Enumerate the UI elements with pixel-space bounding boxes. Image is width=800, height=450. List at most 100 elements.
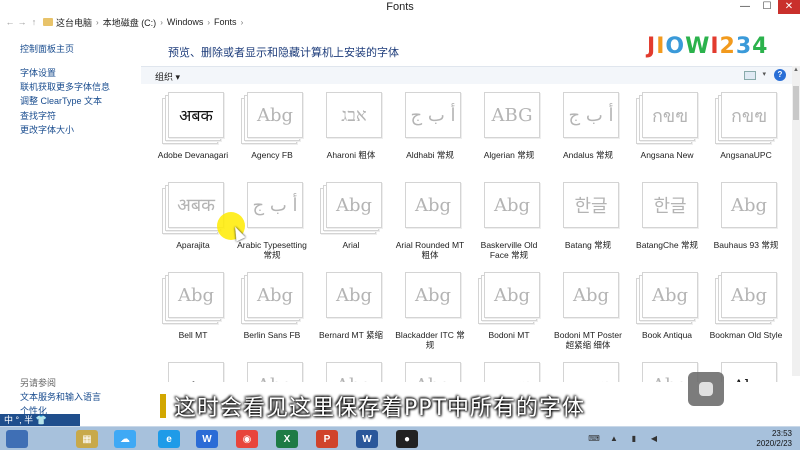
font-tile[interactable]: กขฃ [550, 362, 626, 382]
font-preview-card: Abg [478, 272, 540, 324]
view-dropdown[interactable]: ▾ [762, 70, 766, 78]
help-button[interactable]: ? [774, 69, 786, 81]
cleartype-link[interactable]: 调整 ClearType 文本 [20, 94, 102, 107]
breadcrumb-item[interactable]: 本地磁盘 (C:) [103, 16, 157, 29]
window-title: Fonts [386, 1, 414, 13]
font-tile[interactable]: אבג Aharoni 粗体 [313, 92, 389, 178]
view-icon[interactable] [744, 71, 756, 80]
text-services-link[interactable]: 文本服务和输入语言 [20, 390, 101, 403]
font-tile[interactable]: ∴· [155, 362, 231, 382]
font-tile[interactable]: Abg Bookman Old Style [708, 272, 784, 358]
keyboard-icon[interactable]: ⌨ [588, 434, 600, 444]
font-tile[interactable]: Abg Baskerville Old Face 常规 [471, 182, 547, 268]
font-tile[interactable]: अबक Adobe Devanagari [155, 92, 231, 178]
breadcrumb-item[interactable]: 这台电脑 [56, 16, 92, 29]
font-preview-card: Abg [399, 182, 461, 234]
minimize-button[interactable]: — [734, 0, 756, 14]
font-preview-card: Abg [320, 362, 382, 382]
font-tile[interactable]: Abg Blackadder ITC 常规 [392, 272, 468, 358]
font-tile[interactable]: กขฃ [471, 362, 547, 382]
font-tile[interactable]: Abg Bell MT [155, 272, 231, 358]
font-tile[interactable]: Abg Arial [313, 182, 389, 268]
font-tile[interactable]: أ ب ج Aldhabi 常规 [392, 92, 468, 178]
maximize-button[interactable]: ☐ [756, 0, 778, 14]
font-sample-text: Abg [493, 284, 531, 306]
font-name-label: Bodoni MT [488, 330, 530, 340]
font-sample-text: Abg [493, 194, 531, 216]
font-sample-text: Abg [256, 104, 294, 126]
ime-toolbar[interactable]: 中 °, 半 👕 [0, 414, 80, 426]
font-tile[interactable]: Abg Arial Rounded MT 粗体 [392, 182, 468, 268]
breadcrumb[interactable]: 这台电脑 › 本地磁盘 (C:) › Windows › Fonts › [56, 16, 247, 29]
clock-time: 23:53 [771, 429, 792, 438]
font-tile[interactable]: กขฃ AngsanaUPC [708, 92, 784, 178]
font-name-label: BatangChe 常规 [636, 240, 698, 250]
font-grid: अबक Adobe Devanagari Abg Agency FB אבג Aharon… [155, 92, 790, 382]
network-icon[interactable]: ▮ [628, 434, 640, 444]
font-tile[interactable]: Abg Bodoni MT Poster 超紧缩 细体 [550, 272, 626, 358]
font-tile[interactable]: Abg Bodoni MT [471, 272, 547, 358]
font-tile[interactable]: 한글 Batang 常规 [550, 182, 626, 268]
taskbar-app-icon[interactable]: ☁ [114, 430, 136, 448]
organize-button[interactable]: 组织 ▾ [155, 70, 180, 83]
font-tile[interactable]: Abg [234, 362, 310, 382]
volume-icon[interactable]: ◀ [648, 434, 660, 444]
font-tile[interactable]: 한글 BatangChe 常规 [629, 182, 705, 268]
control-panel-home-link[interactable]: 控制面板主页 [20, 42, 74, 55]
font-tile[interactable]: Abg Berlin Sans FB [234, 272, 310, 358]
taskbar-app-icon[interactable]: W [196, 430, 218, 448]
font-preview-card: أ ب ج [399, 92, 461, 144]
font-tile[interactable]: Abg Bauhaus 93 常规 [708, 182, 784, 268]
font-tile[interactable]: ABG Algerian 常规 [471, 92, 547, 178]
font-name-label: Aharoni 粗体 [326, 150, 376, 160]
breadcrumb-separator: › [207, 17, 211, 27]
breadcrumb-item[interactable]: Fonts [214, 17, 237, 27]
taskbar-app-icon[interactable]: e [158, 430, 180, 448]
subtitle-text: 这时会看见这里保存着PPT中所有的字体 [174, 396, 585, 421]
breadcrumb-item[interactable]: Windows [167, 17, 204, 27]
font-settings-link[interactable]: 字体设置 [20, 66, 56, 79]
taskbar-app-icon[interactable]: ▦ [76, 430, 98, 448]
font-preview-card: Abg [715, 362, 777, 382]
close-button[interactable]: ✕ [778, 0, 800, 14]
taskbar-app-icon[interactable]: ● [396, 430, 418, 448]
taskbar-app-icon[interactable]: X [276, 430, 298, 448]
font-tile[interactable]: أ ب ج Arabic Typesetting 常规 [234, 182, 310, 268]
font-preview-card: Abg [241, 362, 303, 382]
font-tile[interactable]: Abg [392, 362, 468, 382]
up-button[interactable]: ↑ [28, 17, 40, 27]
scroll-up-arrow[interactable]: ▲ [792, 66, 800, 74]
start-button[interactable] [6, 430, 28, 448]
font-sample-text: Abg [177, 284, 215, 306]
font-tile[interactable]: Abg Bernard MT 紧缩 [313, 272, 389, 358]
taskbar-app-icon[interactable]: ◉ [236, 430, 258, 448]
font-tile[interactable]: أ ب ج Andalus 常规 [550, 92, 626, 178]
font-tile[interactable]: Abg Book Antiqua [629, 272, 705, 358]
font-tile[interactable]: กขฃ Angsana New [629, 92, 705, 178]
taskbar-app-icon[interactable]: P [316, 430, 338, 448]
font-sample-text: Abg [572, 284, 610, 306]
font-sample-text: กขฃ [484, 362, 540, 383]
font-sample-text: Abg [730, 284, 768, 306]
font-preview-card: Abg [636, 272, 698, 324]
font-sample-text: أ ب ج [410, 104, 456, 126]
font-preview-card: Abg [399, 272, 461, 324]
taskbar-app-icon[interactable]: W [356, 430, 378, 448]
system-clock[interactable]: 23:53 2020/2/23 [756, 429, 792, 449]
font-name-label: Batang 常规 [564, 240, 612, 250]
font-preview-card: Abg [241, 272, 303, 324]
font-tile[interactable]: Abg [313, 362, 389, 382]
font-preview-card: Abg [715, 182, 777, 234]
chevron-up-icon[interactable]: ▲ [608, 434, 620, 444]
font-tile[interactable]: Abg Agency FB [234, 92, 310, 178]
vertical-scrollbar[interactable]: ▲ [792, 66, 800, 376]
change-font-size-link[interactable]: 更改字体大小 [20, 123, 74, 136]
scrollbar-thumb[interactable] [793, 86, 799, 120]
font-name-label: Arabic Typesetting 常规 [237, 240, 307, 260]
back-button[interactable]: ← [4, 17, 16, 27]
get-more-fonts-link[interactable]: 联机获取更多字体信息 [20, 80, 110, 93]
forward-button[interactable]: → [16, 17, 28, 27]
find-character-link[interactable]: 查找字符 [20, 109, 56, 122]
floating-button[interactable] [688, 372, 724, 406]
font-sample-text: กขฃ [731, 105, 767, 127]
